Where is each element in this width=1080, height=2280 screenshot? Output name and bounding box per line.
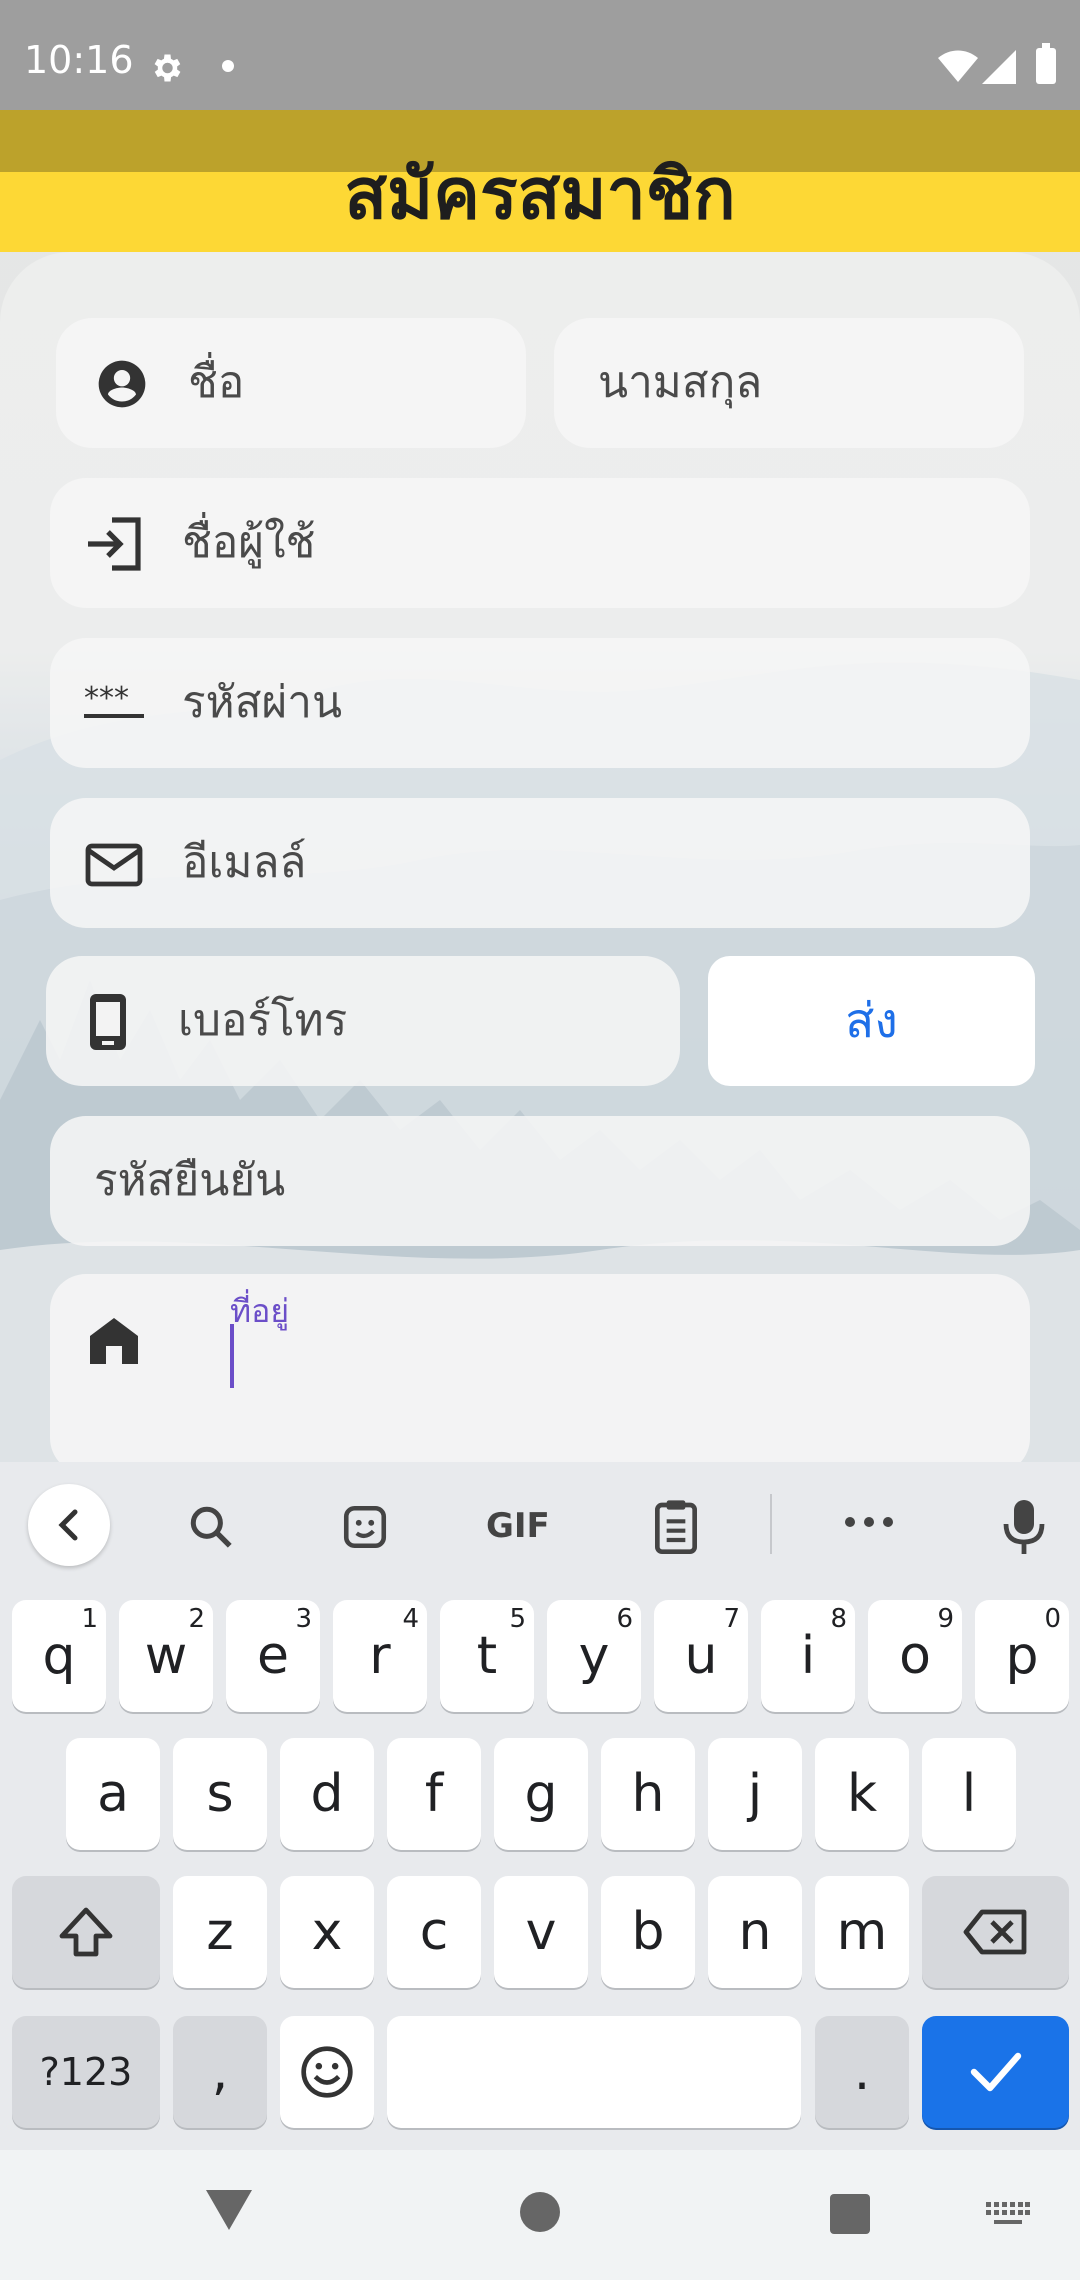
last-name-field[interactable]: นามสกุล (554, 318, 1024, 448)
space-key[interactable] (387, 2016, 801, 2128)
key-d[interactable]: d (280, 1738, 374, 1850)
email-label: อีเมลล์ (182, 837, 307, 888)
battery-icon (1036, 43, 1056, 84)
sticker-icon[interactable] (340, 1502, 390, 1556)
address-field[interactable]: ที่อยู่ (50, 1274, 1030, 1474)
smartphone-icon (86, 992, 130, 1056)
keyboard-back-button[interactable] (28, 1484, 110, 1566)
key-k[interactable]: k (815, 1738, 909, 1850)
shift-key[interactable] (12, 1876, 160, 1988)
key-x[interactable]: x (280, 1876, 374, 1988)
address-label: ที่อยู่ (230, 1292, 290, 1330)
soft-keyboard: GIF q1 w2 e3 r4 t5 y6 u7 i8 o9 p0 a s d … (0, 1462, 1080, 2150)
key-g[interactable]: g (494, 1738, 588, 1850)
microphone-icon[interactable] (1002, 1498, 1046, 1560)
key-c[interactable]: c (387, 1876, 481, 1988)
key-y[interactable]: y6 (547, 1600, 641, 1712)
nav-back-icon[interactable] (206, 2188, 252, 2236)
account-circle-icon (94, 356, 150, 416)
key-o[interactable]: o9 (868, 1600, 962, 1712)
toolbar-divider (770, 1494, 772, 1554)
status-bar: 10:16 (0, 0, 1080, 110)
emoji-key[interactable] (280, 2016, 374, 2128)
key-p[interactable]: p0 (975, 1600, 1069, 1712)
home-icon (88, 1314, 140, 1370)
notification-dot-icon (222, 60, 234, 72)
key-w[interactable]: w2 (119, 1600, 213, 1712)
verify-code-field[interactable]: รหัสยืนยัน (50, 1116, 1030, 1246)
key-m[interactable]: m (815, 1876, 909, 1988)
password-field[interactable]: *** รหัสผ่าน (50, 638, 1030, 768)
key-h[interactable]: h (601, 1738, 695, 1850)
nav-recents-icon[interactable] (830, 2194, 870, 2234)
key-u[interactable]: u7 (654, 1600, 748, 1712)
key-r[interactable]: r4 (333, 1600, 427, 1712)
period-key[interactable]: . (815, 2016, 909, 2128)
nav-home-icon[interactable] (520, 2192, 560, 2232)
more-options-icon[interactable] (842, 1512, 896, 1536)
username-field[interactable]: ชื่อผู้ใช้ (50, 478, 1030, 608)
comma-key[interactable]: , (173, 2016, 267, 2128)
cellular-signal-icon (982, 50, 1016, 88)
page-title: สมัครสมาชิก (344, 153, 736, 235)
phone-label: เบอร์โทร (178, 995, 348, 1046)
key-v[interactable]: v (494, 1876, 588, 1988)
key-t[interactable]: t5 (440, 1600, 534, 1712)
key-n[interactable]: n (708, 1876, 802, 1988)
key-j[interactable]: j (708, 1738, 802, 1850)
password-dots-icon: *** (84, 681, 146, 726)
svg-text:***: *** (84, 682, 129, 716)
symbols-key[interactable]: ?123 (12, 2016, 160, 2128)
verify-code-label: รหัสยืนยัน (94, 1155, 286, 1206)
password-label: รหัสผ่าน (182, 677, 343, 728)
mail-icon (84, 836, 144, 896)
key-l[interactable]: l (922, 1738, 1016, 1850)
phone-field[interactable]: เบอร์โทร (46, 956, 680, 1086)
key-b[interactable]: b (601, 1876, 695, 1988)
key-a[interactable]: a (66, 1738, 160, 1850)
first-name-label: ชื่อ (188, 357, 245, 408)
send-code-button[interactable]: ส่ง (708, 956, 1035, 1086)
search-icon[interactable] (186, 1502, 236, 1556)
username-label: ชื่อผู้ใช้ (182, 517, 316, 568)
key-q[interactable]: q1 (12, 1600, 106, 1712)
key-s[interactable]: s (173, 1738, 267, 1850)
backspace-key[interactable] (922, 1876, 1069, 1988)
text-cursor (230, 1324, 234, 1388)
clipboard-icon[interactable] (652, 1498, 700, 1558)
settings-gear-icon (148, 50, 184, 90)
gif-button[interactable]: GIF (486, 1506, 550, 1546)
login-icon (84, 516, 144, 576)
wifi-icon (938, 50, 978, 86)
key-z[interactable]: z (173, 1876, 267, 1988)
key-e[interactable]: e3 (226, 1600, 320, 1712)
enter-check-key[interactable] (922, 2016, 1069, 2128)
status-time: 10:16 (24, 38, 134, 82)
key-i[interactable]: i8 (761, 1600, 855, 1712)
last-name-label: นามสกุล (598, 357, 763, 408)
email-field[interactable]: อีเมลล์ (50, 798, 1030, 928)
system-navigation-bar (0, 2150, 1080, 2280)
first-name-field[interactable]: ชื่อ (56, 318, 526, 448)
keyboard-switch-icon[interactable] (986, 2202, 1030, 2234)
registration-form-card: ชื่อ นามสกุล ชื่อผู้ใช้ *** รหัสผ่าน อีเ… (0, 252, 1080, 1474)
key-f[interactable]: f (387, 1738, 481, 1850)
